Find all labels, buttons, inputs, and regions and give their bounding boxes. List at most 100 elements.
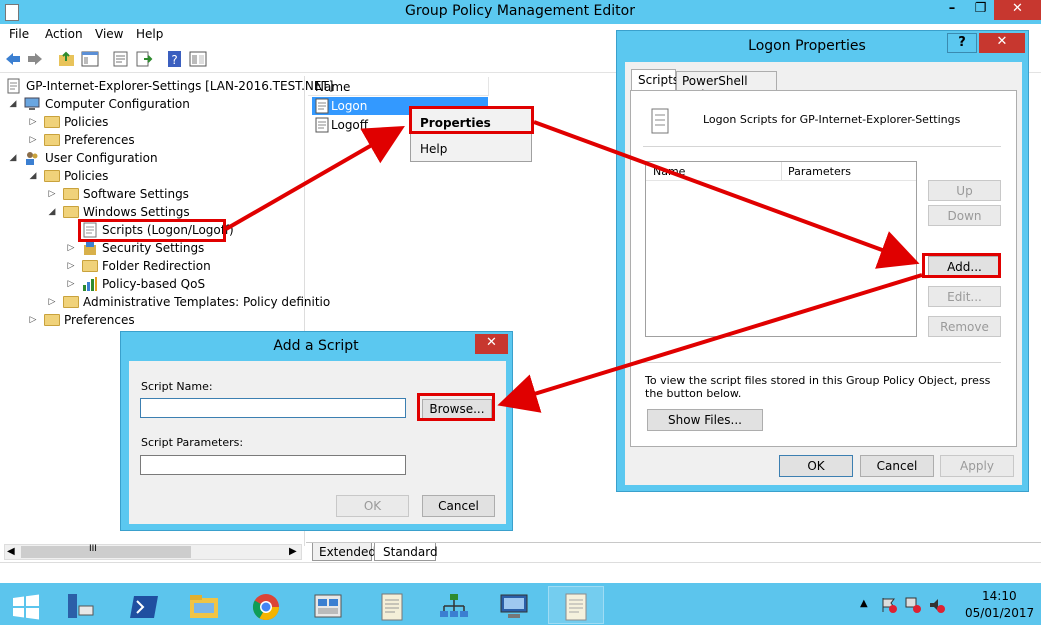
- clock-date[interactable]: 05/01/2017: [965, 606, 1034, 620]
- tree-user-config-label: User Configuration: [45, 151, 158, 165]
- file-explorer-icon[interactable]: [188, 592, 220, 622]
- scroll-right-arrow-icon[interactable]: ▶: [289, 545, 297, 559]
- minimize-button[interactable]: –: [937, 0, 967, 20]
- tree-windows-settings-label: Windows Settings: [83, 205, 190, 219]
- list-header[interactable]: Name: [308, 77, 489, 96]
- expanded-arrow-icon[interactable]: ◢: [47, 203, 57, 221]
- add-script-ok-button: OK: [336, 495, 409, 517]
- show-files-label: Show Files...: [668, 413, 742, 427]
- show-files-button[interactable]: Show Files...: [647, 409, 763, 431]
- logon-help-button[interactable]: ?: [947, 33, 977, 53]
- tab-scripts[interactable]: Scripts: [631, 69, 679, 91]
- mmc-view-icon[interactable]: [189, 50, 207, 68]
- col-divider: [781, 162, 782, 180]
- col-params-header[interactable]: Parameters: [788, 165, 851, 178]
- clock-time[interactable]: 14:10: [982, 589, 1017, 603]
- remote-desktop-icon[interactable]: [498, 592, 530, 622]
- tray-network-icon[interactable]: [904, 596, 922, 614]
- ok-button[interactable]: OK: [779, 455, 853, 477]
- gpo-icon: [7, 78, 20, 94]
- menu-view[interactable]: View: [95, 27, 123, 41]
- network-icon[interactable]: [438, 592, 470, 622]
- logon-help-button-label: ?: [958, 35, 966, 50]
- logon-close-button[interactable]: ✕: [979, 33, 1025, 53]
- collapsed-arrow-icon[interactable]: ▷: [66, 239, 76, 257]
- add-script-ok-label: OK: [363, 499, 382, 513]
- close-button[interactable]: ✕: [994, 0, 1041, 20]
- folder-icon: [82, 260, 98, 272]
- add-script-title: Add a Script: [273, 338, 359, 354]
- show-hide-tree-icon[interactable]: [81, 50, 99, 68]
- collapsed-arrow-icon[interactable]: ▷: [47, 293, 57, 311]
- tree-computer-config-label: Computer Configuration: [45, 97, 190, 111]
- help-icon[interactable]: ?: [166, 50, 184, 68]
- menu-item-help[interactable]: Help: [413, 139, 529, 159]
- forward-arrow-icon[interactable]: [26, 50, 44, 68]
- properties-icon[interactable]: [112, 50, 130, 68]
- collapsed-arrow-icon[interactable]: ▷: [66, 275, 76, 293]
- restore-button[interactable]: ❐: [967, 0, 994, 20]
- folder-icon: [44, 314, 60, 326]
- collapsed-arrow-icon[interactable]: ▷: [47, 185, 57, 203]
- tree-root-label: GP-Internet-Explorer-Settings [LAN-2016.…: [26, 79, 334, 93]
- computer-icon: [24, 97, 40, 110]
- add-button[interactable]: Add...: [928, 256, 1001, 277]
- collapsed-arrow-icon[interactable]: ▷: [28, 311, 38, 329]
- script-list[interactable]: Name Parameters: [645, 161, 917, 337]
- security-icon: [84, 241, 96, 255]
- export-list-icon[interactable]: [135, 50, 153, 68]
- script-name-input[interactable]: [140, 398, 406, 418]
- menu-item-properties[interactable]: Properties: [413, 111, 529, 133]
- main-window-title: Group Policy Management Editor: [405, 3, 635, 19]
- start-windows-icon[interactable]: [10, 592, 42, 622]
- up-folder-icon[interactable]: [58, 50, 76, 68]
- gp-editor-icon[interactable]: [376, 592, 408, 622]
- tray-flag-icon[interactable]: [880, 596, 898, 614]
- qos-chart-icon: [83, 277, 97, 291]
- scroll-thumb[interactable]: III: [21, 544, 191, 558]
- menu-help[interactable]: Help: [136, 27, 163, 41]
- tree-uc-policies-label: Policies: [64, 169, 109, 183]
- chrome-icon[interactable]: [250, 592, 282, 622]
- edit-button: Edit...: [928, 286, 1001, 307]
- expanded-arrow-icon[interactable]: ◢: [8, 149, 18, 167]
- down-button-label: Down: [947, 209, 982, 223]
- tree-uc-preferences-label: Preferences: [64, 313, 135, 327]
- powershell-icon[interactable]: [128, 592, 160, 622]
- tree-hscrollbar[interactable]: ◀ III ▶: [4, 544, 302, 560]
- menu-action[interactable]: Action: [45, 27, 83, 41]
- add-button-label: Add...: [947, 260, 982, 274]
- col-name-header[interactable]: Name: [653, 165, 685, 178]
- menu-file[interactable]: File: [9, 27, 29, 41]
- back-arrow-icon[interactable]: [4, 50, 22, 68]
- server-manager-icon[interactable]: [64, 592, 96, 622]
- expanded-arrow-icon[interactable]: ◢: [8, 95, 18, 113]
- browse-button[interactable]: Browse...: [422, 399, 492, 419]
- list-item-logoff-label: Logoff: [331, 118, 369, 132]
- folder-icon: [63, 206, 79, 218]
- group-policy-mgmt-icon[interactable]: [312, 592, 344, 622]
- tab-panel: Logon Scripts for GP-Internet-Explorer-S…: [630, 90, 1017, 447]
- tab-powershell-scripts[interactable]: PowerShell Scripts: [676, 71, 777, 102]
- edit-button-label: Edit...: [947, 290, 982, 304]
- add-script-close-button[interactable]: ✕: [475, 334, 508, 354]
- list-item-logon-label: Logon: [331, 99, 368, 113]
- tray-chevron-icon[interactable]: ▲: [860, 598, 868, 609]
- expanded-arrow-icon[interactable]: ◢: [28, 167, 38, 185]
- add-script-cancel-button[interactable]: Cancel: [422, 495, 495, 517]
- scroll-left-arrow-icon[interactable]: ◀: [7, 545, 15, 559]
- collapsed-arrow-icon[interactable]: ▷: [28, 113, 38, 131]
- script-name-label: Script Name:: [141, 380, 213, 393]
- tray-volume-icon[interactable]: [928, 596, 946, 614]
- script-icon: [651, 108, 669, 134]
- script-icon: [315, 98, 329, 114]
- collapsed-arrow-icon[interactable]: ▷: [66, 257, 76, 275]
- logon-properties-dialog: Logon Properties ? ✕ Scripts PowerShell …: [616, 30, 1029, 492]
- tab-extended[interactable]: Extended: [312, 543, 376, 561]
- collapsed-arrow-icon[interactable]: ▷: [28, 131, 38, 149]
- tab-standard[interactable]: Standard: [374, 543, 438, 561]
- cancel-button[interactable]: Cancel: [860, 455, 934, 477]
- script-params-input[interactable]: [140, 455, 406, 475]
- remove-button-label: Remove: [940, 320, 989, 334]
- logon-description: Logon Scripts for GP-Internet-Explorer-S…: [703, 113, 961, 126]
